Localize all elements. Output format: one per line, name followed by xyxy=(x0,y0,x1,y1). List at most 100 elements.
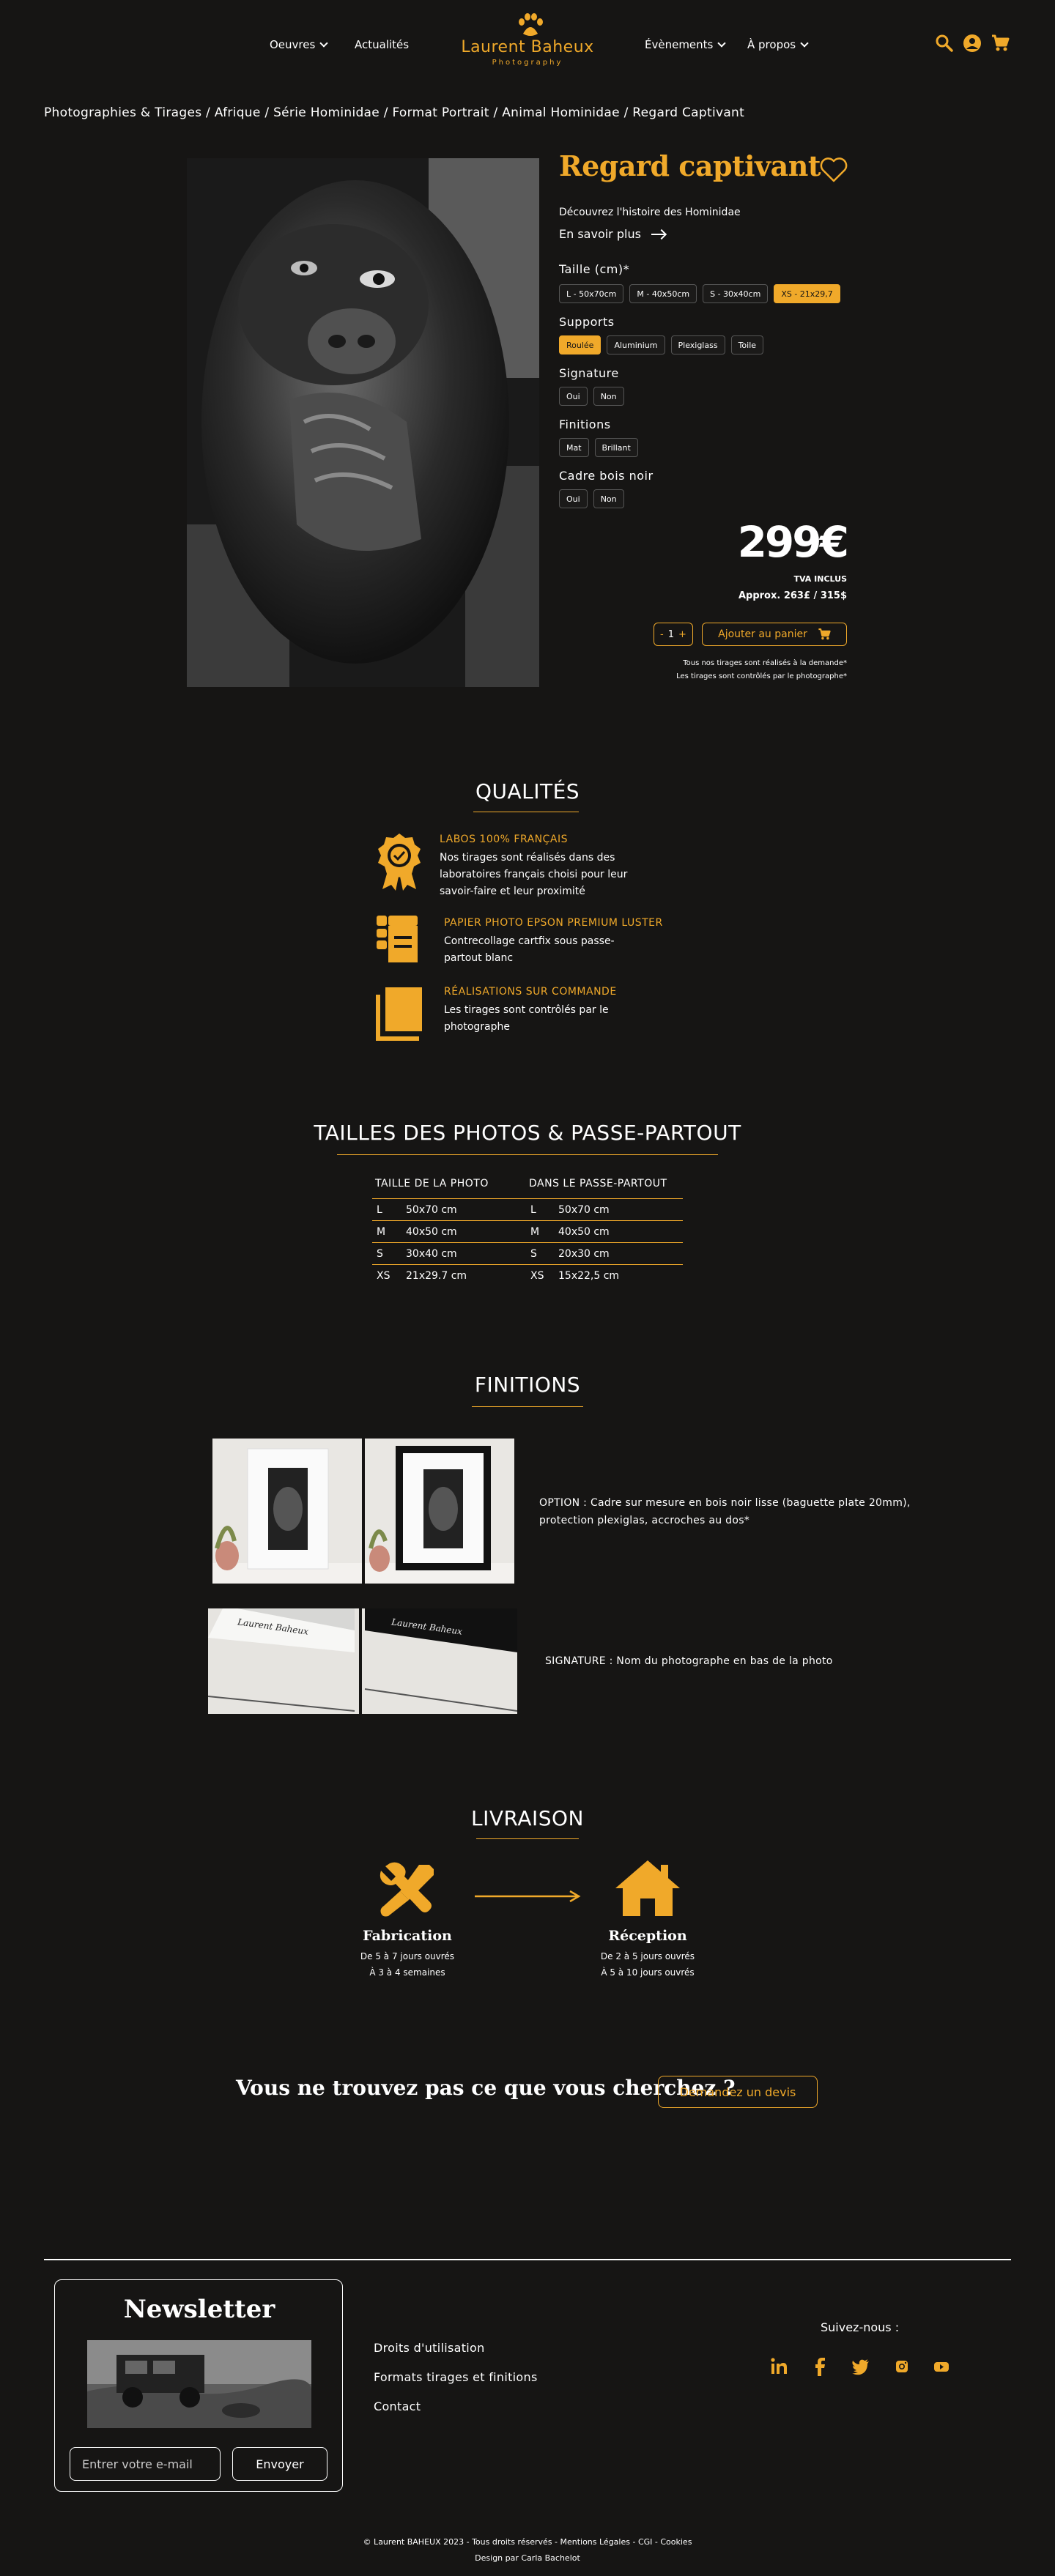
add-to-cart-button[interactable]: Ajouter au panier xyxy=(702,623,847,646)
quality-text-labos: Nos tirages sont réalisés dans des labor… xyxy=(440,852,628,897)
qty-value: 1 xyxy=(667,628,675,640)
nav-oeuvres[interactable]: Oeuvres xyxy=(270,38,328,51)
table-cell-photo-size: 21x29.7 cm xyxy=(406,1270,467,1282)
newsletter-send-button[interactable]: Envoyer xyxy=(232,2447,327,2481)
quality-text-commande: Les tirages sont contrôlés par le photog… xyxy=(444,1004,609,1033)
safari-jeep-illustration xyxy=(87,2340,311,2428)
arrow-right-icon xyxy=(651,233,665,235)
facebook-icon[interactable] xyxy=(810,2357,829,2376)
nav-evenements-label: Évènements xyxy=(645,38,714,51)
newsletter-title: Newsletter xyxy=(123,2295,275,2324)
chip-size-xs[interactable]: XS - 21x29,7 xyxy=(774,284,840,303)
chip-cadre-oui[interactable]: Oui xyxy=(559,489,588,508)
option-row-supports: Roulée Aluminium Plexiglass Toile xyxy=(559,335,764,355)
table-cell-photo-size: 40x50 cm xyxy=(406,1226,457,1238)
tva-label: TVA INCLUS xyxy=(793,574,847,584)
finishes-title: FINITIONS xyxy=(474,1373,581,1397)
chip-size-l[interactable]: L - 50x70cm xyxy=(559,284,624,303)
chip-signature-non[interactable]: Non xyxy=(593,387,624,406)
quantity-stepper[interactable]: - 1 + xyxy=(654,623,693,646)
chip-cadre-non[interactable]: Non xyxy=(593,489,624,508)
logo-name: Laurent Baheux xyxy=(461,38,594,56)
approx-price: Approx. 263£ / 315$ xyxy=(738,590,847,601)
follow-us-label: Suivez-nous : xyxy=(821,2320,900,2334)
chip-support-plexiglass[interactable]: Plexiglass xyxy=(670,335,725,355)
search-icon[interactable] xyxy=(935,34,954,53)
chip-signature-oui[interactable]: Oui xyxy=(559,387,588,406)
stacked-prints-icon xyxy=(376,987,422,1041)
copyright-text: © Laurent BAHEUX 2023 - Tous droits rése… xyxy=(363,2537,692,2547)
table-cell-photo-size: 30x40 cm xyxy=(406,1248,457,1260)
chip-support-toile[interactable]: Toile xyxy=(730,335,764,355)
tools-icon xyxy=(380,1862,434,1917)
youtube-icon[interactable] xyxy=(932,2357,951,2376)
qty-plus-button[interactable]: + xyxy=(678,629,686,640)
table-cell-code: S xyxy=(530,1248,537,1260)
sizes-title: TAILLES DES PHOTOS & PASSE-PARTOUT xyxy=(314,1121,741,1145)
account-icon[interactable] xyxy=(963,34,982,53)
footer-link-contact[interactable]: Contact xyxy=(374,2399,421,2413)
request-quote-button[interactable]: Demandez un devis xyxy=(658,2076,818,2108)
sizes-underline xyxy=(337,1154,718,1155)
award-badge-icon xyxy=(378,834,421,891)
cart-icon[interactable] xyxy=(991,34,1010,53)
footer-link-formats[interactable]: Formats tirages et finitions xyxy=(374,2370,538,2384)
table-cell-mat-size: 50x70 cm xyxy=(558,1204,610,1216)
table-cell-code: L xyxy=(377,1204,382,1216)
add-to-cart-label: Ajouter au panier xyxy=(718,628,807,640)
column-header-mat: DANS LE PASSE-PARTOUT xyxy=(529,1178,667,1189)
option-label-finitions: Finitions xyxy=(559,417,611,431)
chip-size-s[interactable]: S - 30x40cm xyxy=(703,284,769,303)
twitter-icon[interactable] xyxy=(851,2357,870,2376)
table-cell-mat-size: 20x30 cm xyxy=(558,1248,610,1260)
chip-finition-mat[interactable]: Mat xyxy=(559,438,589,457)
delivery-title: LIVRAISON xyxy=(470,1806,584,1830)
breadcrumb[interactable]: Photographies & Tirages / Afrique / Séri… xyxy=(44,105,744,120)
chip-support-roulee[interactable]: Roulée xyxy=(559,335,601,355)
linkedin-icon[interactable] xyxy=(769,2357,788,2376)
option-row-signature: Oui Non xyxy=(559,387,624,406)
design-credit: Design par Carla Bachelot xyxy=(475,2553,580,2563)
quality-heading-labos: LABOS 100% FRANÇAIS xyxy=(440,834,569,845)
footer-link-rights[interactable]: Droits d'utilisation xyxy=(374,2341,485,2355)
gorilla-portrait-image xyxy=(187,158,539,687)
nav-a-propos-label: À propos xyxy=(747,38,796,51)
framed-prints-illustration xyxy=(212,1439,514,1584)
quality-text-paper: Contrecollage cartfix sous passe-partout… xyxy=(444,935,615,964)
nav-a-propos[interactable]: À propos xyxy=(747,38,809,51)
logo-subtitle: Photography xyxy=(492,59,563,67)
newsletter-email-input[interactable] xyxy=(70,2447,221,2481)
paw-icon xyxy=(519,13,543,36)
product-photo[interactable] xyxy=(187,158,539,687)
frame-option-text: OPTION : Cadre sur mesure en bois noir l… xyxy=(539,1497,911,1526)
delivery-step-title-reception: Réception xyxy=(608,1928,687,1944)
favorite-heart-icon[interactable] xyxy=(819,157,848,183)
table-cell-mat-size: 40x50 cm xyxy=(558,1226,610,1238)
arrow-right-icon xyxy=(475,1890,581,1903)
delivery-step-line2-fabrication: À 3 à 4 semaines xyxy=(369,1967,445,1978)
nav-evenements[interactable]: Évènements xyxy=(645,38,727,51)
instagram-icon[interactable] xyxy=(892,2357,911,2376)
site-logo[interactable]: Laurent Baheux Photography xyxy=(445,13,610,69)
chip-support-aluminium[interactable]: Aluminium xyxy=(607,335,665,355)
qty-minus-button[interactable]: - xyxy=(660,629,664,640)
table-cell-code: M xyxy=(530,1226,540,1238)
chevron-down-icon xyxy=(319,39,328,48)
table-cell-code: XS xyxy=(530,1270,544,1282)
chip-size-m[interactable]: M - 40x50cm xyxy=(629,284,697,303)
signature-option-image: Laurent Baheux Laurent Baheux xyxy=(208,1608,517,1714)
signature-option-text: SIGNATURE : Nom du photographe en bas de… xyxy=(545,1655,833,1667)
note-controlled: Les tirages sont contrôlés par le photog… xyxy=(676,672,847,680)
note-on-demand: Tous nos tirages sont réalisés à la dema… xyxy=(683,659,847,667)
product-title: Regard captivant xyxy=(559,149,821,182)
discover-text: Découvrez l'histoire des Hominidae xyxy=(559,207,741,218)
delivery-step-line1-fabrication: De 5 à 7 jours ouvrés xyxy=(360,1951,455,1961)
option-label-cadre: Cadre bois noir xyxy=(559,469,654,483)
nav-actualites[interactable]: Actualités xyxy=(355,38,409,51)
nav-actualites-label: Actualités xyxy=(355,38,410,51)
chip-finition-brillant[interactable]: Brillant xyxy=(594,438,638,457)
frame-option-image xyxy=(212,1439,514,1584)
learn-more-link[interactable]: En savoir plus xyxy=(559,227,665,241)
chevron-down-icon xyxy=(717,39,727,48)
table-divider xyxy=(372,1264,683,1265)
